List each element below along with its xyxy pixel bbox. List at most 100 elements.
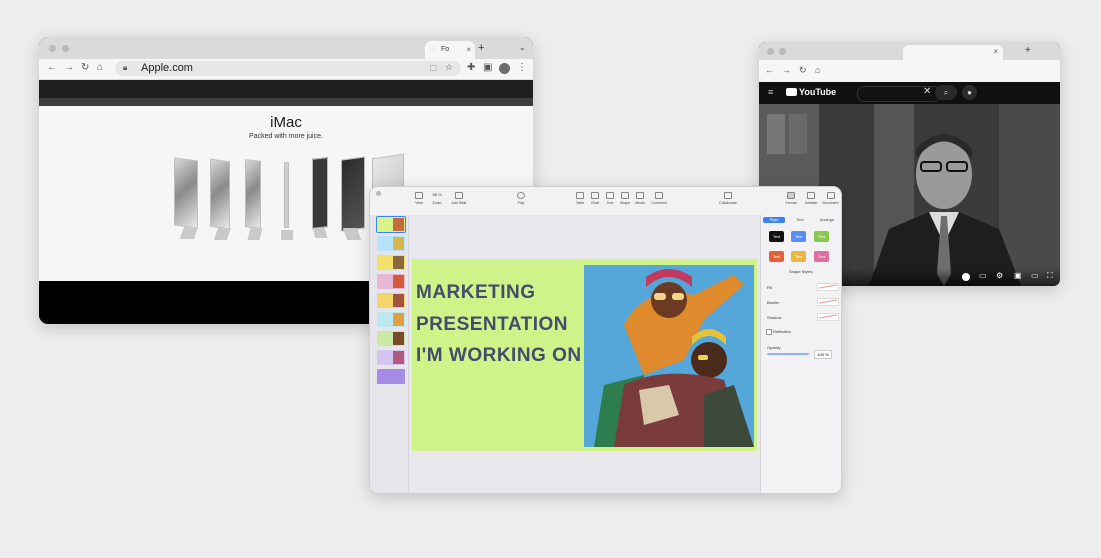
slide-thumbnail[interactable]	[377, 350, 405, 365]
extensions-icon[interactable]: ✚	[467, 62, 475, 73]
media-icon	[636, 192, 644, 199]
slide-title-line: PRESENTATION	[416, 313, 569, 335]
opacity-field[interactable]: 100 %	[814, 350, 832, 359]
window-dot-icon[interactable]	[62, 45, 69, 52]
slide-thumbnail[interactable]	[377, 236, 405, 251]
reflection-checkbox[interactable]	[766, 329, 772, 335]
play-button[interactable]: Play	[510, 190, 532, 205]
window-dot-icon[interactable]	[767, 48, 774, 55]
back-icon[interactable]: ←	[47, 62, 57, 73]
slide-title-line: I'M WORKING ON	[416, 345, 582, 366]
settings-icon[interactable]: ⚙	[996, 271, 1003, 280]
url-text: Apple.com	[141, 62, 193, 74]
share-icon[interactable]: ⬚	[429, 63, 437, 72]
tab-text[interactable]: Text	[789, 217, 811, 223]
slide-thumbnail[interactable]	[377, 312, 405, 327]
text-icon	[606, 192, 614, 199]
new-tab-icon[interactable]: +	[478, 42, 484, 54]
page-title: iMac	[270, 114, 302, 131]
browser-tab[interactable]: ×	[903, 45, 1003, 60]
text-style-button[interactable]: Text	[769, 251, 784, 262]
reflection-label: Reflection	[773, 329, 791, 334]
slide-thumbnail[interactable]	[377, 274, 405, 289]
text-style-button[interactable]: Text	[814, 231, 829, 242]
browser-toolbar: ← → ↻ ⌂	[759, 60, 1060, 82]
theater-mode-icon[interactable]: ▭	[1031, 271, 1039, 280]
sidepanel-icon[interactable]: ▣	[483, 62, 492, 73]
text-style-button[interactable]: Text	[814, 251, 829, 262]
text-style-button[interactable]: Text	[769, 231, 784, 242]
slide-thumbnail[interactable]	[377, 369, 405, 384]
tab-title: Fo	[441, 46, 450, 53]
fullscreen-icon[interactable]: ⛶	[1047, 271, 1053, 281]
search-icon[interactable]: ⌕	[935, 85, 957, 100]
shadow-swatch[interactable]	[817, 313, 839, 321]
people-photo-image	[584, 265, 754, 447]
back-icon[interactable]: ←	[765, 65, 774, 75]
close-tab-icon[interactable]: ×	[466, 45, 471, 54]
opacity-label: Opacity	[767, 345, 781, 350]
hamburger-menu-icon[interactable]: ≡	[768, 87, 773, 97]
forward-icon[interactable]: →	[782, 65, 791, 75]
close-tab-icon[interactable]: ×	[993, 47, 998, 56]
window-dot-icon[interactable]	[779, 48, 786, 55]
autoplay-toggle-icon[interactable]	[962, 273, 970, 281]
favicon-icon: ◌	[430, 46, 435, 53]
text-style-button[interactable]: Text	[791, 231, 806, 242]
profile-avatar[interactable]	[499, 63, 510, 74]
captions-icon[interactable]: ▭	[979, 271, 987, 280]
tab-arrange[interactable]: Arrange	[816, 217, 838, 223]
window-dot-icon[interactable]	[49, 45, 56, 52]
animate-icon	[807, 192, 815, 199]
shadow-label: Shadow	[767, 315, 782, 320]
text-style-button[interactable]: Text	[791, 251, 806, 262]
add-slide-button[interactable]: Add Slide	[448, 190, 470, 205]
slide-canvas: MARKETING PRESENTATION I'M WORKING ON	[409, 215, 760, 493]
tab-style[interactable]: Style	[763, 217, 785, 223]
page-tagline: Packed with more juice.	[249, 133, 323, 140]
slide-title[interactable]: MARKETING PRESENTATION I'M WORKING ON	[416, 277, 586, 372]
miniplayer-icon[interactable]: ▣	[1014, 271, 1022, 280]
slide-thumbnail[interactable]	[377, 293, 405, 308]
reload-icon[interactable]: ↻	[81, 62, 89, 73]
star-icon[interactable]: ☆	[445, 62, 453, 73]
opacity-slider[interactable]	[767, 353, 809, 355]
slide-thumbnail[interactable]	[376, 216, 406, 233]
chevron-down-icon[interactable]: ⌄	[519, 43, 526, 52]
home-icon[interactable]: ⌂	[815, 65, 820, 75]
slide-thumbnail[interactable]	[377, 331, 405, 346]
format-button[interactable]: Format	[782, 190, 800, 205]
clear-icon[interactable]: ✕	[923, 86, 931, 97]
browser-tab[interactable]: ◌ Fo ×	[425, 41, 475, 59]
keynote-toolbar: View 88 % Zoom Add Slide Play Table Chart…	[370, 187, 841, 216]
lock-icon: 🔒︎	[123, 63, 128, 72]
border-swatch[interactable]	[817, 298, 839, 306]
home-icon[interactable]: ⌂	[97, 62, 103, 73]
reload-icon[interactable]: ↻	[799, 65, 807, 76]
current-slide[interactable]: MARKETING PRESENTATION I'M WORKING ON	[412, 259, 757, 451]
collaborate-button[interactable]: Collaborate	[715, 190, 741, 205]
shape-icon	[621, 192, 629, 199]
shape-styles-label: Shape Styles	[789, 269, 813, 274]
mic-icon[interactable]: ●	[962, 85, 977, 100]
comment-button[interactable]: Comment	[648, 190, 670, 205]
menu-icon[interactable]: ⋮	[517, 62, 527, 73]
format-inspector: Style Text Arrange Text Text Text Text T…	[760, 215, 841, 493]
fill-swatch[interactable]	[817, 283, 839, 291]
slide-title-line: MARKETING	[416, 282, 536, 303]
slide-photo[interactable]	[584, 265, 754, 447]
window-dot-icon[interactable]	[376, 191, 381, 196]
new-tab-icon[interactable]: +	[1025, 45, 1031, 56]
forward-icon[interactable]: →	[64, 62, 74, 73]
keynote-window[interactable]: View 88 % Zoom Add Slide Play Table Chart…	[369, 186, 842, 494]
address-bar[interactable]: 🔒︎ Apple.com ⬚ ☆	[115, 61, 461, 76]
animate-button[interactable]: Animate	[802, 190, 820, 205]
apple-global-nav	[39, 80, 533, 98]
document-button[interactable]: Document	[820, 190, 841, 205]
comment-icon	[655, 192, 663, 199]
collaborate-icon	[724, 192, 732, 199]
slide-thumbnail[interactable]	[377, 255, 405, 270]
zoom-button[interactable]: 88 % Zoom	[426, 190, 448, 205]
youtube-logo[interactable]: YouTube	[786, 87, 836, 97]
table-icon	[576, 192, 584, 199]
